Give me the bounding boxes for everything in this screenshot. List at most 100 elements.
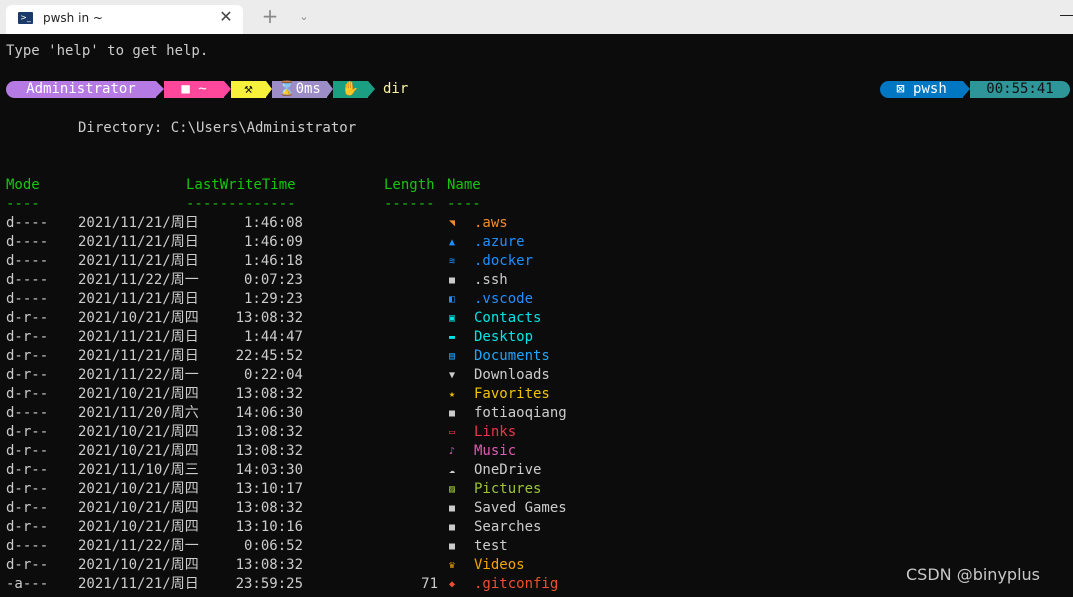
entry-mode: d-r-- (6, 329, 49, 345)
entry-date: 2021/11/22/周一 (78, 367, 199, 383)
downloads-icon: ▼ (448, 370, 456, 381)
tab-title: pwsh in ~ (43, 11, 103, 25)
entry-name: Contacts (474, 310, 542, 326)
entry-time: 1:46:18 (243, 253, 303, 269)
azure-icon: ▲ (448, 237, 456, 248)
terminal-area[interactable]: Type 'help' to get help. Administrator ■… (0, 34, 1073, 597)
folder-icon: ■ (448, 541, 456, 552)
prompt-separator (156, 81, 164, 97)
docker-icon: ≋ (448, 256, 456, 267)
entry-name: .ssh (474, 272, 508, 288)
entry-time: 13:08:32 (235, 557, 303, 573)
entry-mode: d---- (6, 215, 49, 231)
list-item: d-r-- 2021/10/21/周四 13:08:32 Saved Games ■ (0, 499, 620, 518)
entry-time: 23:59:25 (235, 576, 303, 592)
favorites-icon: ★ (448, 389, 456, 400)
entry-length: 71 (421, 576, 438, 592)
prompt-git-segment: ⚒ (231, 81, 266, 98)
entry-name: Searches (474, 519, 542, 535)
entry-date: 2021/11/10/周三 (78, 462, 199, 478)
entry-date: 2021/11/21/周日 (78, 291, 199, 307)
vscode-icon: ◧ (448, 294, 456, 305)
minimize-button[interactable] (1060, 15, 1073, 16)
entry-time: 1:44:47 (243, 329, 303, 345)
entry-time: 14:06:30 (235, 405, 303, 421)
entry-date: 2021/11/21/周日 (78, 348, 199, 364)
header-name: Name (447, 177, 481, 193)
videos-icon: ♛ (448, 560, 456, 571)
close-icon[interactable]: ✕ (218, 9, 234, 25)
entry-name: Documents (474, 348, 550, 364)
entry-time: 1:29:23 (243, 291, 303, 307)
prompt-exec-time-segment: ⌛0ms (272, 81, 327, 98)
entry-mode: -a--- (6, 576, 49, 592)
right-prompt-separator (963, 81, 970, 97)
entry-time: 14:03:30 (235, 462, 303, 478)
list-item: d-r-- 2021/10/21/周四 13:08:32 Favorites ★ (0, 385, 620, 404)
entry-mode: d-r-- (6, 462, 49, 478)
prompt-separator (224, 81, 231, 97)
pictures-icon: ▨ (448, 484, 456, 495)
entry-date: 2021/10/21/周四 (78, 481, 199, 497)
links-icon: ▭ (448, 427, 456, 438)
entry-mode: d-r-- (6, 557, 49, 573)
folder-icon: ■ (448, 408, 456, 419)
list-item: d---- 2021/11/21/周日 1:46:08 .aws ◥ (0, 214, 620, 233)
list-item: d-r-- 2021/10/21/周四 13:10:16 Searches ■ (0, 518, 620, 537)
list-item: d-r-- 2021/10/21/周四 13:08:32 Music ♪ (0, 442, 620, 461)
welcome-message: Type 'help' to get help. (6, 43, 209, 59)
folder-icon: ■ (448, 503, 456, 514)
entry-date: 2021/10/21/周四 (78, 424, 199, 440)
entry-date: 2021/10/21/周四 (78, 386, 199, 402)
title-bar: >_ pwsh in ~ ✕ + ⌄ (0, 0, 1073, 34)
entry-date: 2021/11/21/周日 (78, 253, 199, 269)
entry-date: 2021/11/20/周六 (78, 405, 199, 421)
list-item: d-r-- 2021/10/21/周四 13:10:17 Pictures ▨ (0, 480, 620, 499)
entry-date: 2021/10/21/周四 (78, 443, 199, 459)
right-prompt-shell: ⊠ pwsh (880, 81, 963, 98)
right-prompt-time: 00:55:41 (970, 81, 1070, 98)
entry-date: 2021/10/21/周四 (78, 310, 199, 326)
separator-name: ---- (447, 196, 481, 212)
entry-time: 13:08:32 (235, 310, 303, 326)
entry-name: .aws (474, 215, 508, 231)
entry-name: test (474, 538, 508, 554)
entry-mode: d---- (6, 538, 49, 554)
list-item: d-r-- 2021/10/21/周四 13:08:32 Contacts ▣ (0, 309, 620, 328)
tab-pwsh[interactable]: >_ pwsh in ~ ✕ (6, 5, 243, 34)
entry-mode: d-r-- (6, 348, 49, 364)
entry-name: Videos (474, 557, 525, 573)
header-lastwritetime: LastWriteTime (186, 177, 296, 193)
entry-mode: d-r-- (6, 500, 49, 516)
entry-date: 2021/11/22/周一 (78, 538, 199, 554)
entry-mode: d---- (6, 272, 49, 288)
list-item: d-r-- 2021/11/10/周三 14:03:30 OneDrive ☁ (0, 461, 620, 480)
separator-length: ------ (384, 196, 435, 212)
new-tab-button[interactable]: + (261, 6, 279, 27)
entry-mode: d-r-- (6, 519, 49, 535)
entry-time: 13:10:17 (235, 481, 303, 497)
powershell-icon: >_ (18, 12, 33, 24)
documents-icon: ▤ (448, 351, 456, 362)
entry-mode: d---- (6, 291, 49, 307)
entry-name: .azure (474, 234, 525, 250)
entry-date: 2021/11/21/周日 (78, 329, 199, 345)
prompt: Administrator ■ ~ ⚒ ⌛0ms ✋ dir (6, 80, 426, 99)
prompt-separator (368, 81, 375, 97)
entry-name: fotiaoqiang (474, 405, 567, 421)
list-item: d-r-- 2021/11/21/周日 1:44:47 Desktop ▬ (0, 328, 620, 347)
entry-time: 13:08:32 (235, 386, 303, 402)
contacts-icon: ▣ (448, 313, 456, 324)
entry-name: OneDrive (474, 462, 542, 478)
entry-date: 2021/11/21/周日 (78, 215, 199, 231)
header-mode: Mode (6, 177, 40, 193)
list-item: d---- 2021/11/20/周六 14:06:30 fotiaoqiang ■ (0, 404, 620, 423)
git-icon: ◆ (448, 579, 456, 590)
watermark: CSDN @binyplus (906, 565, 1040, 584)
entry-name: Pictures (474, 481, 542, 497)
chevron-down-icon[interactable]: ⌄ (296, 10, 312, 24)
prompt-folder-segment: ■ ~ (164, 81, 224, 98)
entry-date: 2021/10/21/周四 (78, 500, 199, 516)
command-text: dir (383, 81, 409, 97)
folder-icon: ■ (448, 522, 456, 533)
